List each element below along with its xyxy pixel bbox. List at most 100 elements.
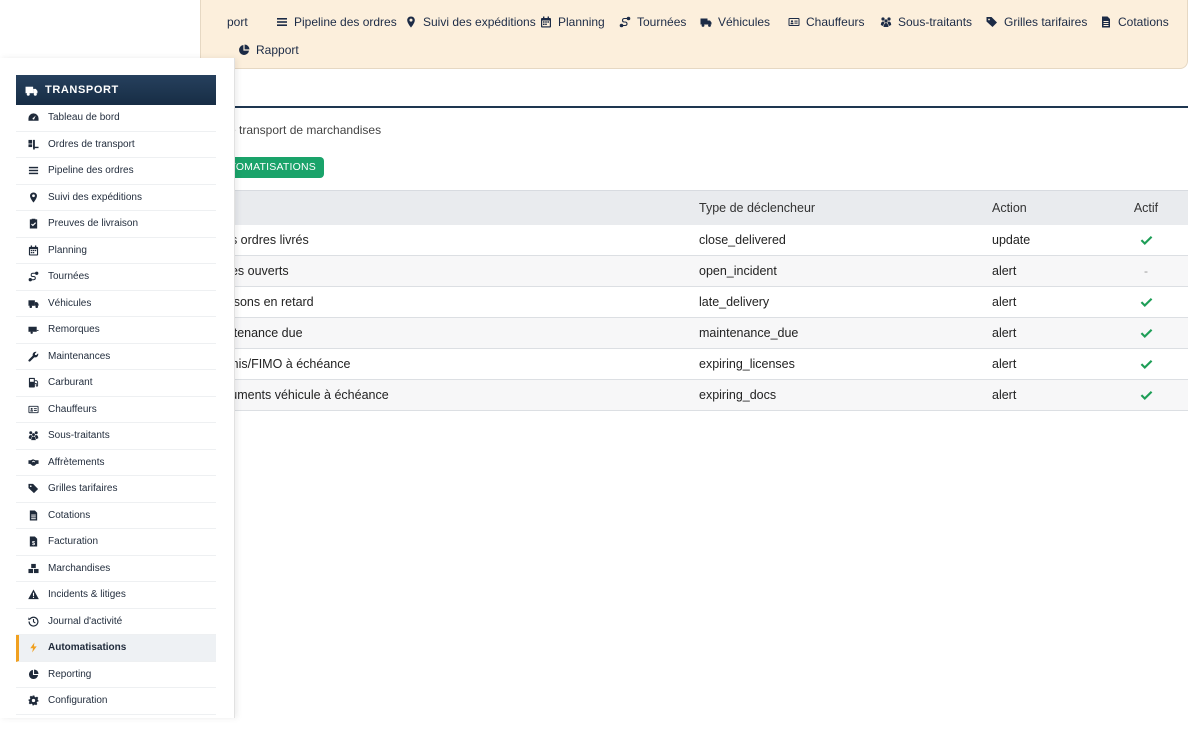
topnav-item-chauffeurs[interactable]: Chauffeurs [788, 15, 864, 29]
sidebar-item-cotations[interactable]: Cotations [16, 503, 216, 529]
sidebar-item-incidents-litiges[interactable]: Incidents & litiges [16, 582, 216, 609]
warning-icon [28, 589, 39, 600]
column-header-action[interactable]: Action [992, 191, 1027, 225]
topnav-item-pipeline[interactable]: Pipeline des ordres [276, 15, 397, 29]
sidebar-item-label: Maintenances [48, 350, 111, 362]
fuel-icon [28, 378, 39, 388]
topnav-label: Chauffeurs [806, 15, 865, 29]
row-trigger-type: open_incident [699, 264, 777, 278]
column-header-trigger-type[interactable]: Type de déclencheur [699, 191, 815, 225]
table-row[interactable]: intenance due maintenance_due alert [200, 318, 1188, 349]
sidebar-item-tableau-de-bord[interactable]: Tableau de bord [16, 105, 216, 132]
topnav-label: Planning [558, 15, 605, 29]
sidebar-item-label: Ordres de transport [48, 138, 135, 150]
document-icon [29, 510, 38, 521]
sidebar-item-remorques[interactable]: Remorques [16, 317, 216, 344]
sidebar-item-journal-activite[interactable]: Journal d'activité [16, 609, 216, 635]
route-icon [28, 271, 39, 282]
sidebar-item-chauffeurs[interactable]: Chauffeurs [16, 397, 216, 423]
check-icon [1140, 390, 1152, 400]
topnav-item-transport[interactable]: port [227, 15, 248, 29]
sidebar-item-configuration[interactable]: Configuration [16, 688, 216, 715]
topnav-label: Pipeline des ordres [294, 15, 397, 29]
column-header-active[interactable]: Actif [1120, 191, 1172, 225]
sidebar-item-label: Preuves de livraison [48, 218, 139, 230]
sidebar-item-reporting[interactable]: Reporting [16, 662, 216, 688]
handshake-icon [28, 459, 39, 466]
topnav-item-planning[interactable]: Planning [540, 15, 605, 29]
table-row[interactable]: cuments véhicule à échéance expiring_doc… [200, 380, 1188, 411]
sidebar-title: TRANSPORT [45, 84, 119, 96]
sidebar-item-marchandises[interactable]: Marchandises [16, 556, 216, 582]
topnav-label: Suivi des expéditions [423, 15, 536, 29]
sidebar-item-label: Reporting [48, 668, 92, 680]
row-action: update [992, 233, 1031, 247]
row-trigger-type: expiring_docs [699, 388, 777, 402]
top-nav: port Pipeline des ordres Suivi des expéd… [200, 0, 1188, 69]
topnav-item-vehicules[interactable]: Véhicules [700, 15, 770, 29]
id-card-icon [788, 18, 800, 26]
row-trigger-type: late_delivery [699, 295, 770, 309]
row-trigger-type: maintenance_due [699, 326, 799, 340]
topnav-item-tournees[interactable]: Tournées [619, 15, 686, 29]
sidebar-item-label: Configuration [48, 695, 108, 707]
boxes-icon [28, 563, 39, 573]
row-trigger-type: close_delivered [699, 233, 786, 247]
topnav-label: Grilles tarifaires [1004, 15, 1088, 29]
sidebar-item-label: Automatisations [48, 642, 127, 654]
sidebar-item-planning[interactable]: Planning [16, 238, 216, 264]
row-name: cuments véhicule à échéance [224, 388, 389, 402]
topnav-item-rapport[interactable]: Rapport [238, 43, 299, 57]
sidebar-item-automatisations[interactable]: Automatisations [16, 635, 216, 662]
sidebar-item-sous-traitants[interactable]: Sous-traitants [16, 423, 216, 450]
sidebar-item-label: Remorques [48, 324, 100, 336]
sidebar-item-carburant[interactable]: Carburant [16, 370, 216, 397]
invoice-icon: $ [29, 536, 38, 547]
pie-chart-icon [239, 44, 250, 55]
sidebar-item-label: Tournées [48, 271, 90, 283]
check-icon [1140, 235, 1152, 245]
active-status [1120, 287, 1172, 317]
sidebar-item-preuves-de-livraison[interactable]: Preuves de livraison [16, 211, 216, 238]
table-row[interactable]: rmis/FIMO à échéance expiring_licenses a… [200, 349, 1188, 380]
wrench-icon [28, 351, 39, 362]
active-status [1120, 318, 1172, 348]
sidebar-item-ordres-de-transport[interactable]: Ordres de transport [16, 132, 216, 158]
sidebar-item-facturation[interactable]: $ Facturation [16, 529, 216, 556]
truck-icon [700, 18, 712, 27]
sidebar-item-grilles-tarifaires[interactable]: Grilles tarifaires [16, 476, 216, 503]
table-row[interactable]: es ordres livrés close_delivered update [200, 225, 1188, 256]
row-name: rmis/FIMO à échéance [224, 357, 351, 371]
sidebar-item-affretements[interactable]: Affrètements [16, 450, 216, 476]
sidebar-item-label: Planning [48, 244, 87, 256]
sidebar-item-label: Journal d'activité [48, 615, 123, 627]
page-subtitle: e transport de marchandises [229, 123, 382, 137]
sidebar-item-pipeline-des-ordres[interactable]: Pipeline des ordres [16, 158, 216, 185]
calendar-icon [541, 16, 551, 28]
sidebar-item-label: Affrètements [48, 456, 105, 468]
sidebar-item-vehicules[interactable]: Véhicules [16, 291, 216, 317]
topnav-item-grilles[interactable]: Grilles tarifaires [986, 15, 1087, 29]
calendar-icon [28, 245, 39, 256]
section-divider [200, 106, 1188, 108]
row-name: intenance due [224, 326, 303, 340]
topnav-item-sous-traitants[interactable]: Sous-traitants [880, 15, 972, 29]
sidebar-item-label: Véhicules [48, 297, 92, 309]
inactive-dash: - [1144, 264, 1148, 278]
sidebar-item-label: Incidents & litiges [48, 589, 126, 601]
truck-loading-icon [28, 139, 39, 150]
sidebar-item-maintenances[interactable]: Maintenances [16, 344, 216, 370]
pie-chart-icon [28, 669, 39, 679]
topnav-label: Rapport [256, 43, 299, 57]
sidebar-item-label: Facturation [48, 536, 99, 548]
sidebar-item-suivi-des-expeditions[interactable]: Suivi des expéditions [16, 185, 216, 211]
topnav-label: Véhicules [718, 15, 771, 29]
topnav-item-suivi[interactable]: Suivi des expéditions [405, 15, 536, 29]
topnav-item-cotations[interactable]: Cotations [1100, 15, 1169, 29]
table-row[interactable]: aisons en retard late_delivery alert [200, 287, 1188, 318]
table-row[interactable]: ges ouverts open_incident alert - [200, 256, 1188, 287]
sidebar-item-label: Cotations [48, 509, 91, 521]
sidebar-item-tournees[interactable]: Tournées [16, 264, 216, 291]
app-page: port Pipeline des ordres Suivi des expéd… [0, 0, 1200, 750]
tags-icon [28, 484, 39, 494]
